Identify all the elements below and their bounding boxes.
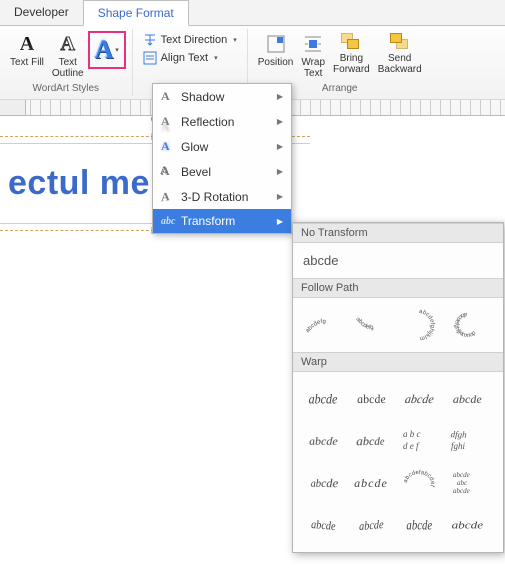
bevel-icon: A: [161, 164, 181, 179]
transform-path-circle[interactable]: abcdefghijklm: [395, 304, 443, 346]
warp-option[interactable]: abcdeabcabcde: [443, 462, 491, 504]
svg-text:abc: abc: [457, 479, 468, 487]
svg-text:dfgh: dfgh: [450, 429, 467, 440]
submenu-header-no-transform: No Transform: [293, 223, 503, 243]
chevron-down-icon: ▾: [233, 36, 237, 44]
transform-path-arch-up[interactable]: abcdefg: [299, 304, 347, 346]
submenu-arrow-icon: ▶: [277, 217, 283, 226]
text-fill-icon: A: [20, 33, 34, 56]
submenu-header-follow-path: Follow Path: [293, 278, 503, 298]
svg-text:abcde: abcde: [453, 471, 470, 479]
chevron-down-icon: ▾: [214, 54, 218, 62]
position-button[interactable]: Position: [254, 31, 298, 70]
svg-text:abcdefghijklm: abcdefghijklm: [419, 309, 435, 341]
warp-option[interactable]: abcde: [443, 378, 491, 420]
tab-shape-format[interactable]: Shape Format: [83, 0, 189, 26]
warp-option[interactable]: abcde: [395, 504, 443, 546]
warp-grid: abcde abcde abcde abcde abcde abcde a b …: [293, 372, 503, 552]
group-wordart-styles: A Text Fill A Text Outline A▾ WordArt St…: [0, 29, 133, 96]
transform-icon: abc: [161, 216, 181, 227]
menu-bevel[interactable]: A Bevel ▶: [153, 159, 291, 184]
text-fill-button[interactable]: A Text Fill: [6, 31, 48, 70]
warp-option[interactable]: dfghfghi: [443, 420, 491, 462]
reflection-icon: A: [161, 114, 181, 129]
follow-path-row: abcdefg abcdefg abcdefghijklm abcdefghij…: [293, 298, 503, 352]
send-backward-icon: [390, 33, 410, 51]
warp-option[interactable]: abcde: [347, 378, 395, 420]
svg-text:abcdefghijklmnop: abcdefghijklmnop: [453, 311, 478, 339]
transform-submenu: No Transform abcde Follow Path abcdefg a…: [292, 222, 504, 553]
svg-text:abcdefabcdef: abcdefabcdef: [403, 470, 435, 488]
menu-3d-rotation[interactable]: A 3-D Rotation ▶: [153, 184, 291, 209]
submenu-arrow-icon: ▶: [277, 192, 283, 201]
warp-option[interactable]: abcde: [443, 504, 491, 546]
send-backward-button[interactable]: Send Backward: [374, 31, 426, 77]
submenu-arrow-icon: ▶: [277, 117, 283, 126]
warp-option[interactable]: abcde: [395, 378, 443, 420]
text-direction-button[interactable]: Text Direction ▾: [143, 33, 237, 47]
chevron-down-icon: ▾: [115, 46, 119, 54]
align-text-label: Align Text: [161, 52, 209, 64]
transform-option-none[interactable]: abcde: [293, 243, 503, 278]
svg-text:d e f: d e f: [403, 441, 420, 451]
menu-glow[interactable]: A Glow ▶: [153, 134, 291, 159]
svg-text:abcdefg: abcdefg: [305, 319, 326, 334]
arrange-group-label: Arrange: [322, 83, 358, 94]
tab-developer[interactable]: Developer: [0, 0, 83, 25]
text-effects-button[interactable]: A▾: [88, 31, 126, 69]
menu-shadow[interactable]: A Shadow ▶: [153, 84, 291, 109]
transform-path-button[interactable]: abcdefghijklmnop: [443, 304, 491, 346]
wordart-group-label: WordArt Styles: [33, 83, 100, 94]
warp-option[interactable]: abcde: [299, 378, 347, 420]
wrap-text-icon: [302, 33, 324, 55]
warp-option[interactable]: abcde: [347, 420, 395, 462]
bring-forward-icon: [341, 33, 361, 51]
text-outline-button[interactable]: A Text Outline: [48, 31, 88, 81]
align-text-button[interactable]: Align Text ▾: [143, 51, 237, 65]
svg-text:abcde: abcde: [453, 487, 470, 495]
submenu-header-warp: Warp: [293, 352, 503, 372]
warp-option[interactable]: a b c d e f: [395, 420, 443, 462]
submenu-arrow-icon: ▶: [277, 92, 283, 101]
warp-option[interactable]: abcde: [299, 420, 347, 462]
text-direction-icon: [143, 33, 157, 47]
text-outline-icon: A: [61, 33, 75, 56]
ribbon-tabs: Developer Shape Format: [0, 0, 505, 26]
warp-option[interactable]: abcdefabcdef: [395, 462, 443, 504]
warp-option[interactable]: abcde: [347, 462, 395, 504]
transform-path-arch-down[interactable]: abcdefg: [347, 304, 395, 346]
warp-option[interactable]: abcde: [299, 462, 347, 504]
menu-transform[interactable]: abc Transform ▶: [153, 209, 291, 233]
text-effects-menu: A Shadow ▶ A Reflection ▶ A Glow ▶ A Bev…: [152, 83, 292, 234]
glow-icon: A: [161, 139, 181, 154]
svg-text:a b c: a b c: [403, 429, 421, 439]
svg-text:abcdefg: abcdefg: [354, 317, 373, 332]
position-icon: [265, 33, 287, 55]
warp-option[interactable]: abcde: [347, 504, 395, 546]
submenu-arrow-icon: ▶: [277, 167, 283, 176]
wrap-text-button[interactable]: Wrap Text: [297, 31, 329, 81]
text-direction-label: Text Direction: [161, 34, 228, 46]
warp-option[interactable]: abcde: [299, 504, 347, 546]
bring-forward-button[interactable]: Bring Forward: [329, 31, 374, 77]
align-text-icon: [143, 51, 157, 65]
submenu-arrow-icon: ▶: [277, 142, 283, 151]
svg-text:fghi: fghi: [451, 441, 466, 451]
rotation-icon: A: [161, 188, 181, 206]
shadow-icon: A: [161, 89, 181, 104]
text-effects-icon: A: [94, 35, 113, 65]
menu-reflection[interactable]: A Reflection ▶: [153, 109, 291, 134]
